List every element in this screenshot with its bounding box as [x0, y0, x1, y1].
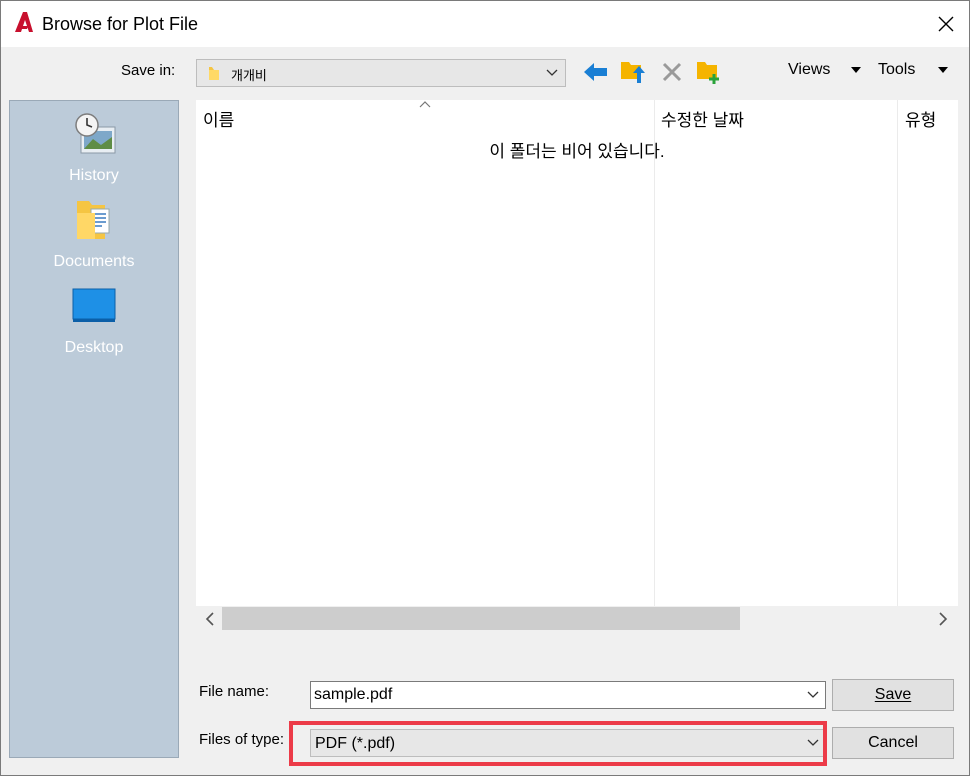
desktop-icon [72, 288, 116, 322]
files-of-type-dropdown[interactable]: PDF (*.pdf) [310, 729, 826, 757]
views-label: Views [788, 61, 831, 78]
file-list[interactable]: 이름 수정한 날짜 유형 이 폴더는 비어 있습니다. [196, 100, 958, 631]
places-bar: History Documents Desktop [9, 100, 179, 758]
horizontal-scrollbar[interactable] [196, 606, 958, 631]
empty-folder-message: 이 폴더는 비어 있습니다. [489, 142, 665, 161]
back-arrow-icon [584, 63, 607, 81]
folder-icon [209, 67, 219, 80]
places-history-label: History [69, 167, 119, 184]
places-history[interactable]: History [10, 111, 178, 185]
save-in-dropdown[interactable]: 개개비 [196, 59, 566, 87]
cancel-button[interactable]: Cancel [832, 727, 954, 759]
chevron-down-icon [546, 69, 558, 76]
save-button[interactable]: Save [832, 679, 954, 711]
history-icon [75, 113, 116, 154]
tools-dropdown-icon[interactable] [938, 67, 948, 73]
create-new-folder-button[interactable] [694, 57, 724, 87]
file-name-input[interactable] [314, 685, 794, 705]
places-desktop[interactable]: Desktop [10, 283, 178, 357]
title-bar: Browse for Plot File [1, 1, 969, 47]
close-icon [938, 16, 954, 32]
save-button-label: Save [874, 686, 912, 703]
places-desktop-label: Desktop [64, 339, 124, 356]
scroll-right-icon[interactable] [937, 612, 949, 626]
tools-label: Tools [878, 61, 916, 78]
column-header-date-modified[interactable]: 수정한 날짜 [661, 106, 744, 131]
folder-up-icon [621, 62, 645, 83]
browse-plot-file-dialog: Browse for Plot File Save in: 개개비 Views … [0, 0, 970, 776]
chevron-down-icon [807, 739, 819, 746]
delete-button[interactable] [657, 57, 687, 87]
file-name-combobox[interactable] [310, 681, 826, 709]
new-folder-icon [697, 62, 719, 84]
files-of-type-label: Files of type: [199, 731, 285, 748]
scrollbar-thumb[interactable] [222, 607, 740, 630]
back-button[interactable] [581, 57, 611, 87]
views-menu[interactable]: Views [788, 61, 830, 79]
files-of-type-value: PDF (*.pdf) [315, 735, 396, 752]
column-divider [654, 100, 655, 606]
save-in-label: Save in: [121, 62, 176, 79]
places-documents-label: Documents [53, 253, 135, 270]
window-title: Browse for Plot File [42, 14, 199, 34]
cancel-button-label: Cancel [868, 734, 918, 751]
sort-ascending-icon [419, 101, 431, 108]
column-header-type[interactable]: 유형 [905, 106, 936, 131]
scroll-left-icon[interactable] [204, 612, 216, 626]
up-one-level-button[interactable] [618, 57, 648, 87]
save-in-value: 개개비 [231, 68, 267, 83]
column-header-name[interactable]: 이름 [203, 106, 234, 131]
autocad-app-icon [15, 12, 33, 32]
file-name-label: File name: [199, 683, 270, 700]
close-button[interactable] [923, 1, 969, 47]
tools-menu[interactable]: Tools [878, 61, 915, 79]
chevron-down-icon[interactable] [807, 691, 819, 699]
documents-icon [77, 201, 110, 239]
places-documents[interactable]: Documents [10, 197, 178, 271]
column-divider [897, 100, 898, 606]
views-dropdown-icon[interactable] [851, 67, 861, 73]
delete-x-icon [662, 62, 682, 82]
